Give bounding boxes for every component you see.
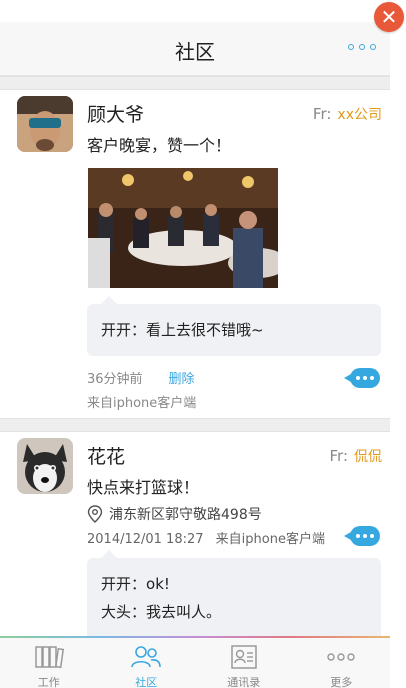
more-icon (327, 653, 355, 661)
page-title: 社区 (175, 40, 215, 64)
tab-work[interactable]: 工作 (0, 638, 98, 688)
from-tag: Fr: xx公司 (313, 104, 382, 124)
post-meta: 2014/12/01 18:27 来自iphone客户端 (87, 528, 325, 547)
tab-contacts[interactable]: 通讯录 (195, 638, 293, 688)
comment-text: 我去叫人。 (146, 603, 222, 621)
tab-more[interactable]: 更多 (293, 638, 391, 688)
comment-author[interactable]: 开开 (101, 321, 131, 339)
tab-label: 社区 (135, 676, 158, 688)
comment-separator: ： (131, 603, 147, 621)
post-card: 顾大爷 Fr: xx公司 客户晚宴，赞一个！ 开开：看上去很不错哦~ 36分钟前… (0, 90, 390, 418)
comment-separator: ： (131, 575, 147, 593)
location-pin-icon (87, 505, 103, 523)
comment[interactable]: 开开：ok! (101, 570, 367, 598)
comment-list: 开开：ok! 大头：我去叫人。 (87, 550, 381, 636)
post-time: 36分钟前 (87, 372, 143, 387)
tab-label: 工作 (37, 676, 60, 688)
comment-author[interactable]: 大头 (101, 603, 131, 621)
divider (0, 76, 390, 90)
tab-label: 更多 (330, 676, 353, 688)
comment[interactable]: 开开：看上去很不错哦~ (101, 316, 367, 344)
comment-author[interactable]: 开开 (101, 575, 131, 593)
delete-button[interactable]: 删除 (169, 372, 195, 387)
post-location[interactable]: 浦东新区郭守敬路498号 (87, 504, 262, 524)
post-card: 花花 Fr: 侃侃 快点来打篮球！ 浦东新区郭守敬路498号 2014/12/01… (0, 432, 390, 636)
tab-bar: 工作 社区 通讯录 更多 (0, 636, 390, 688)
feed[interactable]: 顾大爷 Fr: xx公司 客户晚宴，赞一个！ 开开：看上去很不错哦~ 36分钟前… (0, 76, 390, 636)
tab-community[interactable]: 社区 (98, 638, 196, 688)
from-org[interactable]: 侃侃 (354, 449, 382, 465)
author-name[interactable]: 花花 (87, 442, 125, 469)
post-source: 来自iphone客户端 (87, 396, 197, 411)
divider (0, 418, 390, 432)
comment-text: 看上去很不错哦~ (146, 321, 264, 339)
more-options-icon[interactable] (348, 44, 376, 50)
comment[interactable]: 大头：我去叫人。 (101, 598, 367, 626)
post-text: 客户晚宴，赞一个！ (87, 136, 232, 155)
from-tag: Fr: 侃侃 (330, 446, 383, 466)
work-icon (35, 646, 64, 669)
comment-button[interactable] (344, 526, 380, 546)
post-text: 快点来打篮球！ (87, 478, 200, 497)
close-button[interactable]: ✕ (374, 2, 404, 32)
post-time: 2014/12/01 18:27 (87, 532, 204, 547)
comment-text: ok! (146, 575, 170, 593)
community-icon (131, 646, 162, 668)
post-source: 来自iphone客户端 (215, 532, 325, 547)
avatar[interactable] (17, 438, 73, 494)
comment-button[interactable] (344, 368, 380, 388)
avatar[interactable] (17, 96, 73, 152)
header: 社区 (0, 22, 390, 76)
location-text: 浦东新区郭守敬路498号 (109, 507, 262, 523)
author-name[interactable]: 顾大爷 (87, 100, 144, 127)
comment-separator: ： (131, 321, 147, 339)
from-prefix: Fr: (329, 447, 349, 465)
comment-list: 开开：看上去很不错哦~ (87, 296, 381, 356)
contacts-icon (231, 645, 257, 669)
from-org[interactable]: xx公司 (337, 107, 382, 123)
post-meta: 36分钟前 删除 (87, 368, 195, 387)
from-prefix: Fr: (312, 105, 332, 123)
tab-label: 通讯录 (227, 676, 261, 688)
post-photo[interactable] (88, 168, 278, 288)
